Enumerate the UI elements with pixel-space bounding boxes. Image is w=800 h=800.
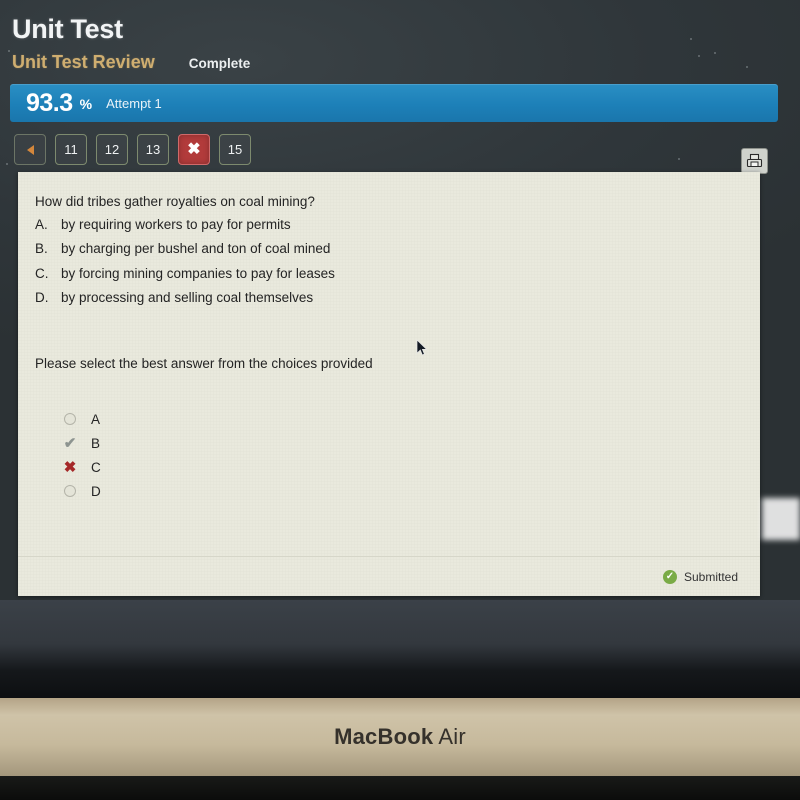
answer-option-c-selected-incorrect[interactable]: ✖ C <box>63 455 760 479</box>
score-percent-sign: % <box>79 96 93 112</box>
answer-option-label: C <box>91 459 101 475</box>
page-title: Unit Test <box>12 14 123 44</box>
answer-option-b-correct[interactable]: ✔ B <box>63 431 760 455</box>
laptop-base-shadow <box>0 776 800 800</box>
answer-option-a[interactable]: A <box>63 407 760 431</box>
completion-status-label: Complete <box>188 56 251 71</box>
device-brand-label: MacBook Air <box>334 724 466 750</box>
choice-text: by requiring workers to pay for permits <box>61 217 291 232</box>
pager-item-label: 15 <box>227 142 243 157</box>
question-choice: D. by processing and selling coal themse… <box>35 288 760 309</box>
question-choice: C. by forcing mining companies to pay fo… <box>35 264 760 285</box>
choice-text: by processing and selling coal themselve… <box>61 290 314 306</box>
radio-unselected-icon <box>63 413 77 426</box>
subtitle-row: Unit Test Review Complete <box>12 52 250 73</box>
answer-option-d[interactable]: D <box>63 479 760 503</box>
submitted-status-text: Submitted <box>683 569 738 584</box>
chevron-left-icon <box>26 144 34 155</box>
choice-text: by forcing mining companies to pay for l… <box>61 265 335 281</box>
dust-speck <box>714 52 716 54</box>
brand-name: MacBook <box>334 724 434 749</box>
printer-icon <box>746 153 763 168</box>
pager-item-11[interactable]: 11 <box>55 134 87 165</box>
dust-speck <box>8 50 10 52</box>
answer-options-list: A ✔ B ✖ C D <box>35 407 760 503</box>
laptop-lower-bezel <box>0 600 800 698</box>
question-body: How did tribes gather royalties on coal … <box>18 172 760 503</box>
dust-speck <box>690 38 692 40</box>
pager-item-13[interactable]: 13 <box>137 134 169 165</box>
pager-item-label: 11 <box>64 142 78 157</box>
dust-speck <box>678 158 680 160</box>
question-prompt: How did tribes gather royalties on coal … <box>35 194 315 209</box>
choice-text: by charging per bushel and ton of coal m… <box>61 241 331 257</box>
pager-item-current-incorrect[interactable]: ✖ <box>178 134 210 165</box>
dust-speck <box>6 163 8 165</box>
dust-speck <box>698 55 700 57</box>
dust-speck <box>746 66 748 68</box>
laptop-screen: Unit Test Unit Test Review Complete 93.3… <box>0 0 800 600</box>
submitted-check-icon: ✓ <box>662 569 677 584</box>
answer-option-label: A <box>91 411 101 427</box>
card-footer: ✓ Submitted <box>18 556 760 596</box>
score-bar: 93.3 % Attempt 1 <box>10 84 778 122</box>
score-percent-value: 93.3 <box>26 88 73 117</box>
question-pager: 11 12 13 ✖ 15 <box>14 134 251 165</box>
choice-letter: A. <box>35 217 48 232</box>
question-card: How did tribes gather royalties on coal … <box>18 172 760 596</box>
print-button[interactable] <box>741 148 768 174</box>
cross-icon: ✖ <box>187 140 201 158</box>
pager-item-15[interactable]: 15 <box>219 134 251 165</box>
question-choice: A. by requiring workers to pay for permi… <box>35 215 760 236</box>
choice-letter: D. <box>35 290 49 306</box>
choice-letter: C. <box>35 265 49 281</box>
brand-model-text: Air <box>438 724 466 749</box>
cross-icon: ✖ <box>63 458 77 476</box>
pager-item-label: 13 <box>145 142 161 157</box>
answer-option-label: D <box>91 483 101 499</box>
photograph-of-laptop: Unit Test Unit Test Review Complete 93.3… <box>0 0 800 800</box>
radio-unselected-icon <box>63 485 77 498</box>
pager-item-12[interactable]: 12 <box>96 134 128 165</box>
question-choice: B. by charging per bushel and ton of coa… <box>35 239 760 260</box>
instruction-text: Please select the best answer from the c… <box>35 356 373 372</box>
choice-letter: B. <box>35 241 48 257</box>
answer-option-label: B <box>91 435 101 451</box>
pager-prev-button[interactable] <box>14 134 46 165</box>
screen-glare-reflection <box>762 498 800 540</box>
attempt-label: Attempt 1 <box>106 95 162 111</box>
pager-item-label: 12 <box>104 142 120 157</box>
laptop-chin: MacBook Air <box>0 698 800 776</box>
check-icon: ✔ <box>63 434 77 452</box>
unit-test-review-link[interactable]: Unit Test Review <box>12 52 155 73</box>
